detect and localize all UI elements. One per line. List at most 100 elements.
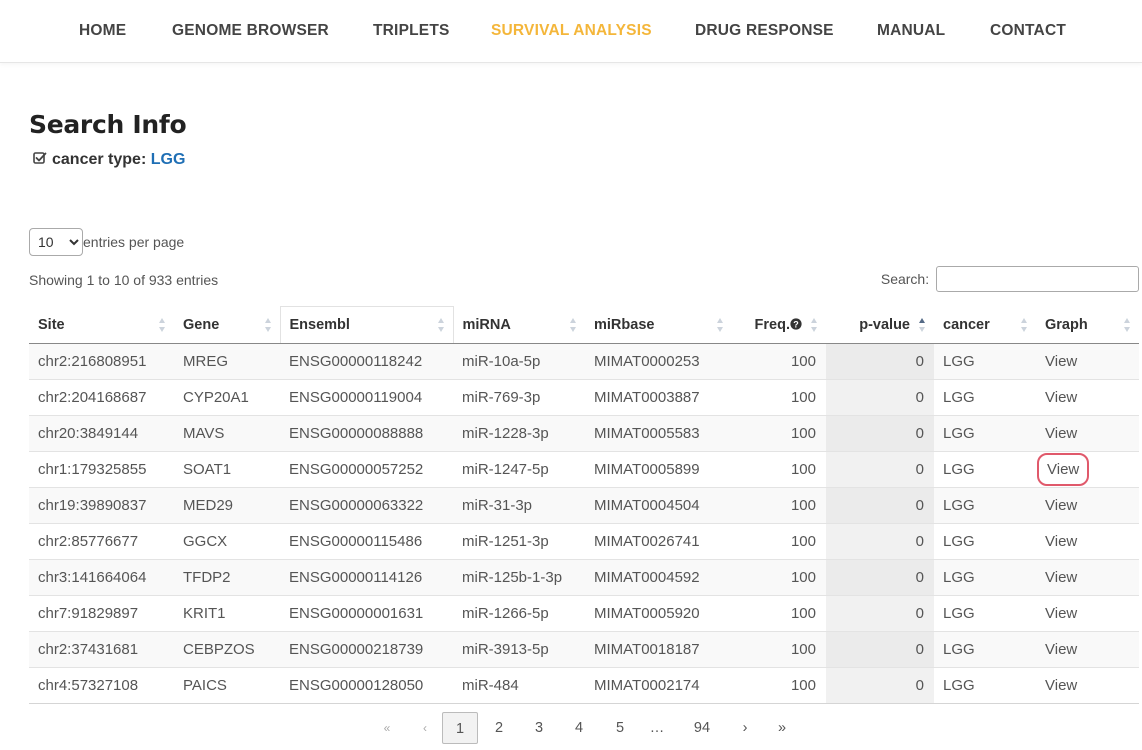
last-page-button[interactable]: »	[774, 712, 790, 744]
sort-icon	[159, 317, 166, 332]
freq-cell: 100	[732, 595, 826, 632]
freq-cell: 100	[732, 667, 826, 704]
site-cell: chr20:3849144	[29, 415, 174, 452]
column-header-site[interactable]: Site	[29, 306, 174, 344]
graph-cell: View	[1036, 379, 1139, 416]
column-header-freq[interactable]: Freq.?	[732, 306, 826, 344]
p-value-cell: 0	[826, 595, 934, 632]
view-graph-link[interactable]: View	[1045, 677, 1077, 694]
gene-cell: MED29	[174, 487, 280, 524]
mirbase-cell: MIMAT0003887	[585, 379, 732, 416]
graph-cell: View	[1036, 595, 1139, 632]
graph-cell: View	[1036, 415, 1139, 452]
mirbase-cell: MIMAT0004504	[585, 487, 732, 524]
table-row: chr2:37431681 CEBPZOS ENSG00000218739 miR-3…	[29, 631, 1139, 668]
sort-icon	[1021, 317, 1028, 332]
sort-ascending-icon	[919, 317, 926, 332]
view-graph-link[interactable]: View	[1045, 353, 1077, 370]
page-length-select[interactable]: 10	[29, 228, 83, 256]
freq-cell: 100	[732, 631, 826, 668]
sort-icon	[717, 317, 724, 332]
table-row: chr1:179325855 SOAT1 ENSG00000057252 miR-12…	[29, 451, 1139, 488]
mirna-cell: miR-125b-1-3p	[453, 559, 585, 596]
column-header-gene[interactable]: Gene	[174, 306, 280, 344]
search-input[interactable]	[936, 266, 1139, 292]
freq-cell: 100	[732, 379, 826, 416]
view-graph-link[interactable]: View	[1036, 453, 1090, 486]
site-cell: chr1:179325855	[29, 451, 174, 488]
view-graph-link[interactable]: View	[1045, 389, 1077, 406]
ensembl-cell: ENSG00000119004	[280, 379, 453, 416]
gene-cell: CYP20A1	[174, 379, 280, 416]
view-graph-link[interactable]: View	[1045, 641, 1077, 658]
page-button-2[interactable]: 2	[489, 712, 509, 744]
view-graph-link[interactable]: View	[1045, 425, 1077, 442]
nav-genome-browser[interactable]: GENOME BROWSER	[172, 22, 329, 40]
previous-page-button[interactable]: ‹	[417, 712, 433, 744]
gene-cell: GGCX	[174, 523, 280, 560]
sort-icon	[264, 317, 272, 332]
ensembl-cell: ENSG00000115486	[280, 523, 453, 560]
site-cell: chr2:204168687	[29, 379, 174, 416]
table-row: chr4:57327108 PAICS ENSG00000128050 miR-484…	[29, 667, 1139, 704]
mirna-cell: miR-3913-5p	[453, 631, 585, 668]
page-length-control: 10 entries per page	[29, 228, 184, 256]
page-button-94[interactable]: 94	[687, 712, 717, 744]
cancer-type-label: cancer type:	[52, 151, 147, 168]
nav-home[interactable]: HOME	[79, 22, 126, 40]
cancer-cell: LGG	[934, 667, 1036, 704]
freq-cell: 100	[732, 343, 826, 380]
view-graph-link[interactable]: View	[1045, 569, 1077, 586]
nav-drug-response[interactable]: DRUG RESPONSE	[695, 22, 834, 40]
sort-icon	[811, 317, 818, 332]
view-graph-link[interactable]: View	[1045, 605, 1077, 622]
view-graph-link[interactable]: View	[1045, 533, 1077, 550]
p-value-cell: 0	[826, 451, 934, 488]
mirbase-cell: MIMAT0000253	[585, 343, 732, 380]
mirbase-cell: MIMAT0005920	[585, 595, 732, 632]
mirna-cell: miR-1247-5p	[453, 451, 585, 488]
table-header-row: Site Gene Ensembl miRNA miRbase Freq.? p…	[29, 306, 1139, 344]
graph-cell: View	[1036, 451, 1139, 488]
mirna-cell: miR-1251-3p	[453, 523, 585, 560]
page-button-4[interactable]: 4	[569, 712, 589, 744]
mirbase-cell: MIMAT0018187	[585, 631, 732, 668]
p-value-cell: 0	[826, 559, 934, 596]
question-circle-icon[interactable]: ?	[790, 318, 802, 330]
cancer-cell: LGG	[934, 631, 1036, 668]
freq-cell: 100	[732, 451, 826, 488]
nav-triplets[interactable]: TRIPLETS	[373, 22, 450, 40]
p-value-cell: 0	[826, 343, 934, 380]
gene-cell: KRIT1	[174, 595, 280, 632]
column-header-graph[interactable]: Graph	[1036, 306, 1139, 344]
nav-manual[interactable]: MANUAL	[877, 22, 945, 40]
page-button-3[interactable]: 3	[529, 712, 549, 744]
graph-cell: View	[1036, 667, 1139, 704]
column-header-ensembl[interactable]: Ensembl	[279, 306, 454, 344]
nav-survival-analysis[interactable]: SURVIVAL ANALYSIS	[491, 22, 652, 40]
gene-cell: SOAT1	[174, 451, 280, 488]
mirbase-cell: MIMAT0026741	[585, 523, 732, 560]
p-value-cell: 0	[826, 631, 934, 668]
svg-text:?: ?	[793, 319, 799, 329]
ensembl-cell: ENSG00000063322	[280, 487, 453, 524]
first-page-button[interactable]: «	[379, 712, 395, 744]
cancer-type-value: LGG	[150, 151, 186, 168]
page-button-5[interactable]: 5	[610, 712, 630, 744]
gene-cell: TFDP2	[174, 559, 280, 596]
ensembl-cell: ENSG00000088888	[280, 415, 453, 452]
column-header-mirna[interactable]: miRNA	[453, 306, 585, 344]
site-cell: chr19:39890837	[29, 487, 174, 524]
column-header-cancer[interactable]: cancer	[934, 306, 1036, 344]
view-graph-link[interactable]: View	[1045, 497, 1077, 514]
mirbase-cell: MIMAT0002174	[585, 667, 732, 704]
next-page-button[interactable]: ›	[737, 712, 753, 744]
graph-cell: View	[1036, 343, 1139, 380]
graph-cell: View	[1036, 559, 1139, 596]
cancer-cell: LGG	[934, 487, 1036, 524]
page-button-1[interactable]: 1	[442, 712, 478, 744]
column-header-p-value[interactable]: p-value	[826, 306, 934, 344]
nav-contact[interactable]: CONTACT	[990, 22, 1066, 40]
column-header-mirbase[interactable]: miRbase	[585, 306, 732, 344]
site-cell: chr2:216808951	[29, 343, 174, 380]
